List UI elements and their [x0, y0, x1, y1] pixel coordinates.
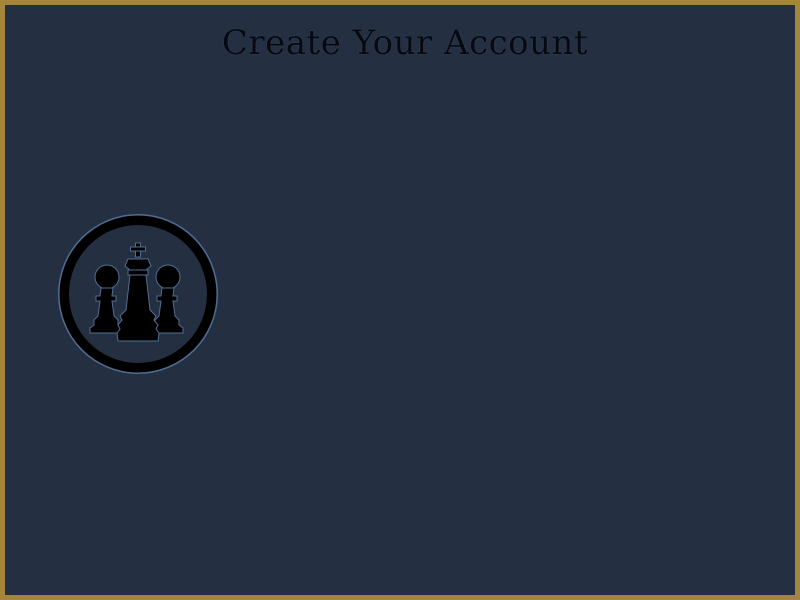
chess-pieces-icon — [58, 214, 218, 374]
chess-logo — [56, 212, 220, 376]
page-title: Create Your Account — [221, 23, 589, 63]
app-window: Create Your Account — [0, 0, 800, 600]
